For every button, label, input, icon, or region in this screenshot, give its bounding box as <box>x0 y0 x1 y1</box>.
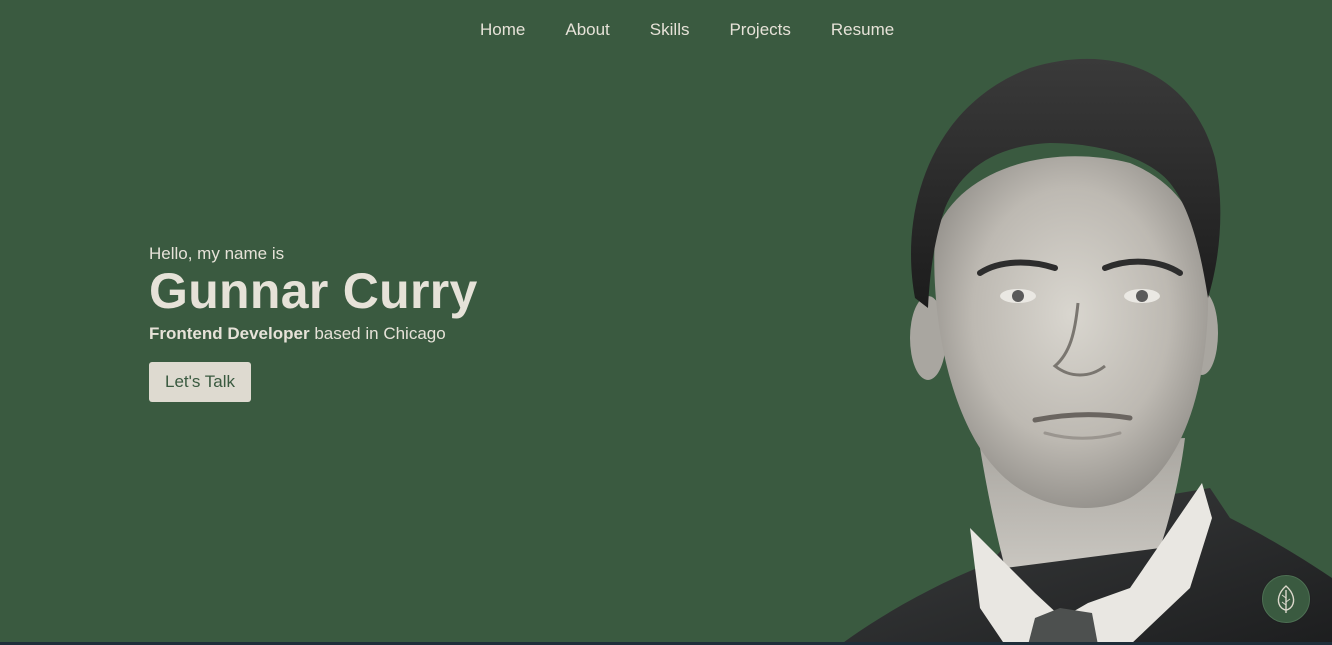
page: Home About Skills Projects Resume Hello,… <box>0 0 1332 645</box>
leaf-fab-button[interactable] <box>1262 575 1310 623</box>
hero-tagline: Frontend Developer based in Chicago <box>149 323 669 345</box>
portrait-image <box>840 58 1332 645</box>
nav-about-link[interactable]: About <box>545 0 629 60</box>
lets-talk-button[interactable]: Let's Talk <box>149 362 252 402</box>
nav-projects-link[interactable]: Projects <box>709 0 810 60</box>
hero-role: Frontend Developer <box>149 324 310 343</box>
hero-location: based in Chicago <box>309 324 446 343</box>
hero-name: Gunnar Curry <box>149 263 478 319</box>
nav-home-link[interactable]: Home <box>460 0 545 60</box>
nav-skills-link[interactable]: Skills <box>630 0 710 60</box>
hero-greeting: Hello, my name is <box>149 244 285 263</box>
leaf-icon <box>1277 585 1295 613</box>
hero-section: Hello, my name is Gunnar Curry Frontend … <box>149 243 669 402</box>
